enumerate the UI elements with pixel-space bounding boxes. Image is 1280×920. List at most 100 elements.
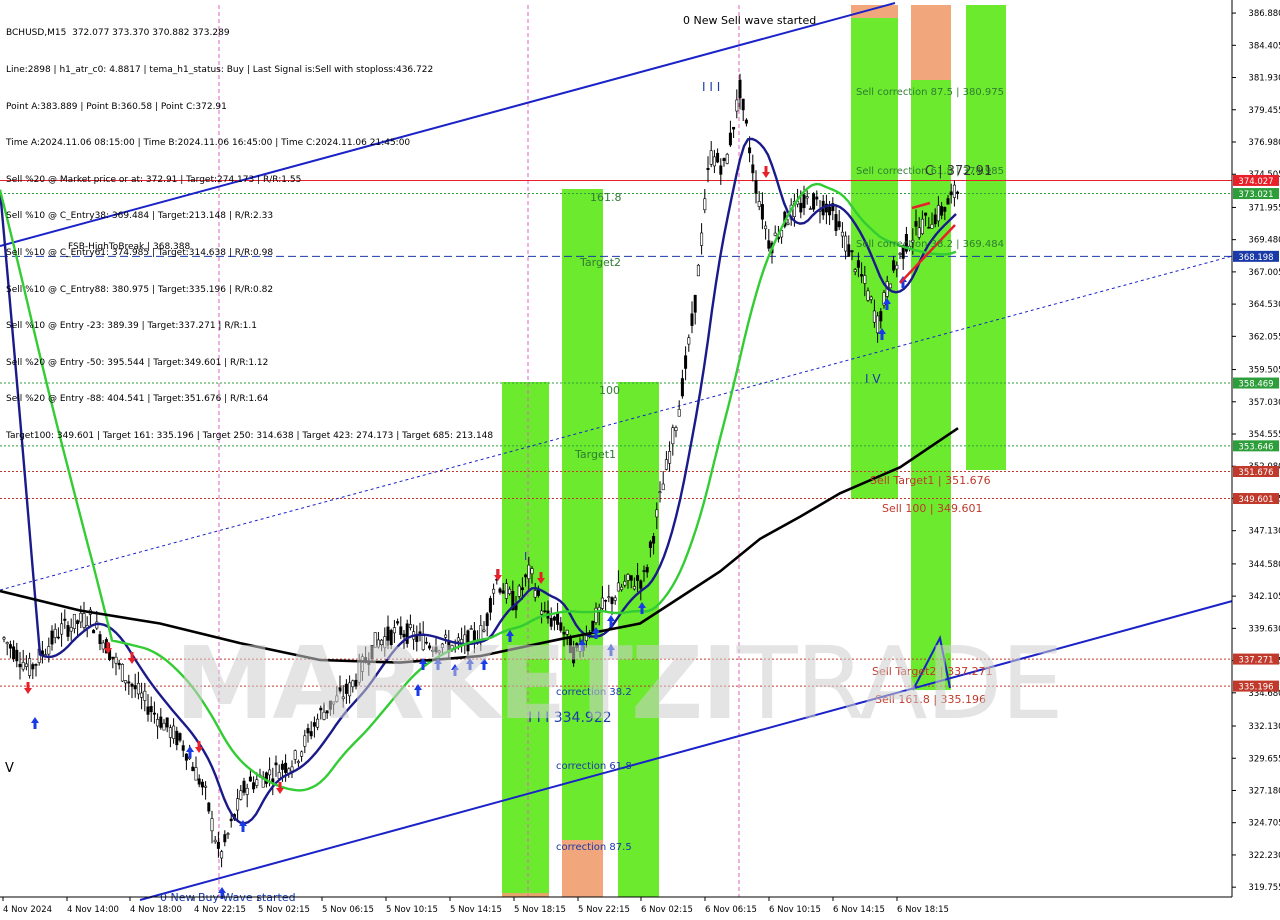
candle-body: [837, 221, 841, 228]
price-tick-label: 381.930: [1248, 74, 1280, 84]
time-tick-label: 6 Nov 18:15: [897, 905, 949, 915]
candle-body: [162, 722, 166, 731]
candle-body: [924, 212, 928, 216]
time-tick-label: 5 Nov 22:15: [578, 905, 630, 915]
candle-body: [719, 165, 723, 175]
candle-body: [140, 692, 144, 698]
candle-body: [764, 225, 768, 230]
candle-body: [952, 184, 956, 198]
candle-body: [252, 782, 256, 790]
candle-body: [888, 283, 892, 289]
candle-body: [860, 274, 864, 277]
candle-body: [146, 706, 150, 715]
candle-body: [124, 680, 128, 684]
candle-body: [674, 427, 678, 431]
candle-body: [786, 222, 790, 225]
price-tick-label: 322.230: [1248, 851, 1280, 861]
candle-body: [844, 235, 848, 252]
candle-body: [152, 712, 156, 715]
candle-body: [216, 841, 220, 849]
candle-body: [527, 564, 531, 580]
candle-body: [79, 612, 83, 623]
annotation-label: I I I: [702, 80, 720, 94]
candle-body: [66, 625, 70, 637]
candle-body: [226, 833, 230, 835]
candle-body: [632, 586, 636, 590]
candle-body: [876, 315, 880, 334]
candle-body: [828, 206, 832, 216]
candle-body: [255, 779, 259, 786]
candle-body: [2, 637, 6, 640]
info-line: Sell %10 @ C_Entry38: 369.484 | Target:2…: [6, 211, 274, 222]
candle-body: [693, 294, 697, 313]
candle-body: [120, 664, 124, 682]
annotation-label: 100: [599, 384, 620, 397]
candle-body: [194, 767, 198, 781]
candle-body: [293, 750, 297, 760]
candle-body: [956, 191, 960, 194]
candle-body: [815, 196, 819, 200]
candle-body: [805, 196, 809, 199]
annotation-label: Sell Target1 | 351.676: [870, 474, 991, 487]
candle-body: [680, 378, 684, 397]
annotation-label: V: [5, 761, 14, 776]
price-tick-label: 367.005: [1248, 268, 1280, 278]
candle-body: [639, 580, 643, 589]
candle-body: [690, 313, 694, 326]
candle-body: [508, 588, 512, 594]
candle-body: [732, 126, 736, 130]
candle-body: [738, 79, 742, 99]
candle-body: [191, 766, 195, 772]
target-zone: [502, 893, 549, 897]
candle-body: [754, 180, 758, 194]
candle-body: [556, 613, 560, 625]
candle-body: [98, 634, 102, 645]
candle-body: [101, 642, 105, 650]
candle-body: [917, 227, 921, 238]
candle-body: [31, 664, 35, 670]
candle-body: [706, 167, 710, 171]
candle-body: [712, 156, 716, 167]
annotation-label: Target1: [574, 448, 616, 461]
time-tick-label: 6 Nov 06:15: [705, 905, 757, 915]
candle-body: [927, 226, 931, 229]
candle-body: [892, 260, 896, 271]
candle-body: [268, 769, 272, 776]
candle-body: [207, 802, 211, 812]
price-tick-label: 376.980: [1248, 138, 1280, 148]
candle-body: [21, 662, 25, 670]
candle-body: [850, 250, 854, 253]
price-tag-label: 374.027: [1238, 177, 1273, 187]
candle-body: [165, 717, 169, 728]
candle-body: [879, 311, 883, 322]
candle-body: [869, 296, 873, 300]
candle-body: [847, 244, 851, 257]
candle-body: [69, 627, 73, 632]
price-tick-label: 324.705: [1248, 819, 1280, 829]
price-tick-label: 364.530: [1248, 300, 1280, 310]
candle-body: [242, 780, 246, 793]
annotation-label: 161.8: [590, 191, 622, 204]
candle-body: [396, 621, 400, 624]
candle-body: [530, 568, 534, 575]
candle-body: [114, 656, 118, 664]
candle-body: [543, 610, 547, 613]
annotation-label: correction 61.8: [556, 761, 632, 772]
candle-body: [271, 778, 275, 783]
candle-body: [8, 644, 12, 649]
price-tag-label: 373.021: [1238, 190, 1273, 200]
annotation-label: C | 372.91: [925, 164, 992, 179]
candle-body: [485, 613, 489, 626]
candle-body: [76, 620, 80, 624]
candle-body: [168, 727, 172, 738]
candle-body: [492, 588, 496, 594]
candle-body: [840, 231, 844, 237]
candle-body: [943, 207, 947, 212]
candle-body: [895, 265, 899, 270]
candle-body: [642, 570, 646, 572]
candle-body: [696, 264, 700, 277]
candle-body: [111, 656, 115, 659]
candle-body: [728, 132, 732, 146]
candle-body: [204, 785, 208, 788]
candle-body: [853, 269, 857, 273]
